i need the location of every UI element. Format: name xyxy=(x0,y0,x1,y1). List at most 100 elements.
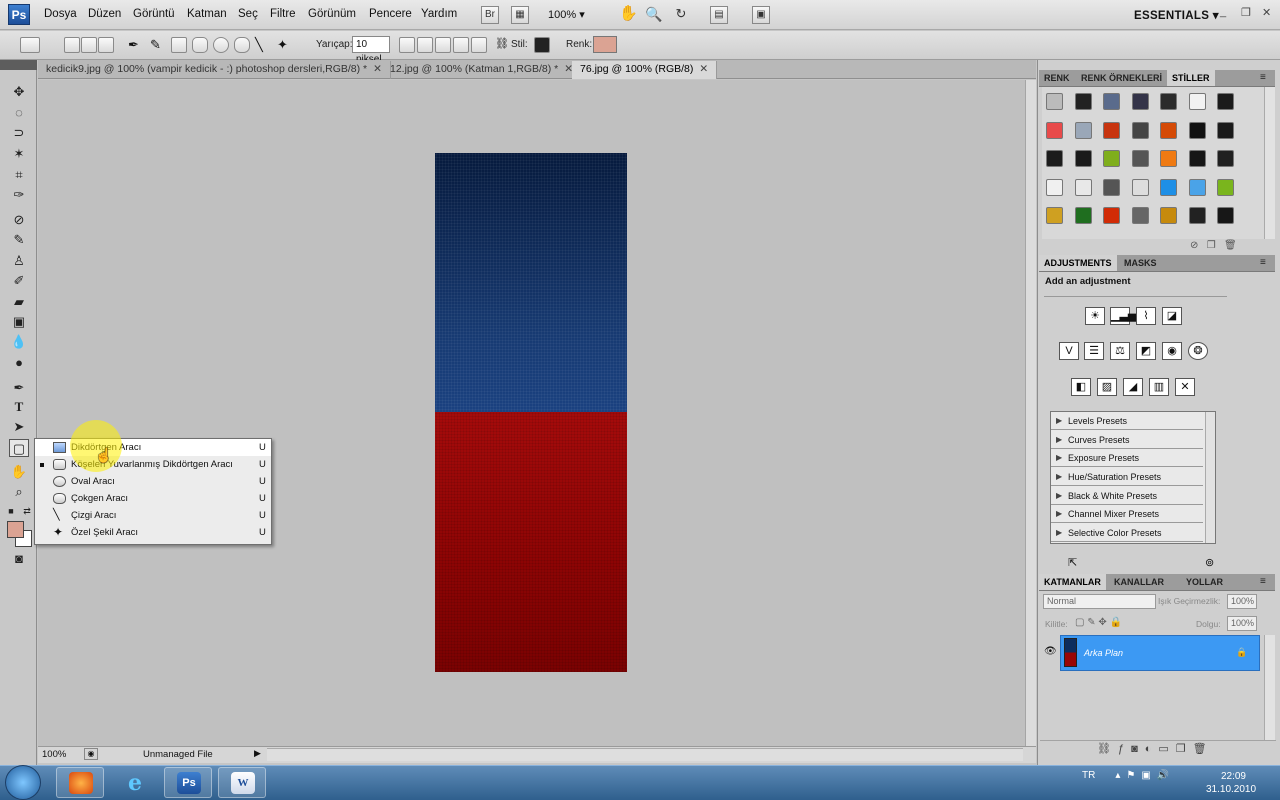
start-button[interactable] xyxy=(5,765,41,800)
style-preset-swatch[interactable] xyxy=(1131,150,1149,167)
black-white-icon[interactable]: ◩ xyxy=(1136,342,1156,360)
close-tab-icon[interactable]: ✕ xyxy=(699,63,708,75)
style-preset-swatch[interactable] xyxy=(1103,178,1120,196)
vibrance-icon[interactable]: V xyxy=(1059,342,1079,360)
clone-stamp-icon[interactable]: ♙ xyxy=(9,252,29,270)
elliptical-marquee-icon[interactable]: ◌ xyxy=(9,104,29,122)
screen-mode-icon[interactable]: ▣ xyxy=(752,6,770,24)
menu-edit[interactable]: Düzen xyxy=(88,8,121,20)
levels-icon[interactable]: ▁▃▅ xyxy=(1110,307,1136,325)
swap-colors-icon[interactable]: ⇄ xyxy=(22,502,32,520)
fill-pixels-icon[interactable] xyxy=(98,37,114,53)
layers-footer-icons[interactable]: ⛓ƒ◙◐▭❐🗑 xyxy=(1097,742,1214,755)
image-blue-half[interactable] xyxy=(435,153,627,412)
style-preset-swatch[interactable] xyxy=(1188,93,1206,110)
clock[interactable]: 22:09 31.10.2010 xyxy=(1206,770,1256,796)
style-preset-swatch[interactable] xyxy=(1074,207,1092,224)
tab-masks[interactable]: MASKS xyxy=(1119,255,1162,271)
style-preset-swatch[interactable] xyxy=(1103,150,1120,167)
style-preset-swatch[interactable] xyxy=(1103,121,1120,139)
move-tool-icon[interactable]: ✥ xyxy=(9,83,29,101)
style-preset-swatch[interactable] xyxy=(1217,178,1234,196)
hue-saturation-icon[interactable]: ☰ xyxy=(1084,342,1104,360)
eyedropper-icon[interactable]: ✑ xyxy=(9,186,29,204)
menu-view[interactable]: Görünüm xyxy=(308,8,356,20)
posterize-icon[interactable]: ▨ xyxy=(1097,378,1117,396)
style-preset-swatch[interactable] xyxy=(1217,150,1234,167)
gradient-tool-icon[interactable]: ▣ xyxy=(9,313,29,331)
tab-12jpg[interactable]: 12.jpg @ 100% (Katman 1,RGB/8) * ✕ xyxy=(382,61,583,79)
image-red-half[interactable] xyxy=(435,412,627,672)
style-preset-swatch[interactable] xyxy=(1131,121,1149,139)
flyout-line-tool[interactable]: ╲ Çizgi Aracı U xyxy=(35,507,271,524)
hand-tool-icon[interactable]: ✋ xyxy=(619,6,638,24)
line-shape-icon[interactable]: ╲ xyxy=(255,37,271,53)
freeform-pen-icon[interactable]: ✎ xyxy=(150,37,166,53)
link-icon[interactable]: ⛓ xyxy=(495,37,511,53)
bridge-button[interactable]: Br xyxy=(481,6,499,24)
style-preset-swatch[interactable] xyxy=(1131,93,1149,110)
flyout-polygon-tool[interactable]: Çokgen Aracı U xyxy=(35,490,271,507)
invert-icon[interactable]: ◧ xyxy=(1071,378,1091,396)
add-shape-area-icon[interactable] xyxy=(417,37,433,53)
style-preset-swatch[interactable] xyxy=(1103,207,1120,224)
style-preset-swatch[interactable] xyxy=(1188,178,1206,196)
menu-select[interactable]: Seç xyxy=(238,8,258,20)
default-colors-icon[interactable]: ■ xyxy=(6,502,16,520)
rectangle-shape-icon[interactable] xyxy=(171,37,187,53)
lasso-tool-icon[interactable]: ⊃ xyxy=(9,124,29,142)
rounded-rectangle-shape-icon[interactable] xyxy=(192,37,208,53)
preset-black-white[interactable]: ▶ Black & White Presets xyxy=(1051,487,1203,505)
style-preset-swatch[interactable] xyxy=(1217,207,1234,224)
history-brush-icon[interactable]: ✐ xyxy=(9,272,29,290)
style-preset-swatch[interactable] xyxy=(1046,178,1063,196)
hand-tool-icon[interactable]: ✋ xyxy=(9,463,29,481)
status-menu-icon[interactable]: ◉ xyxy=(84,748,98,760)
intersect-shape-area-icon[interactable] xyxy=(453,37,469,53)
style-preset-swatch[interactable] xyxy=(1103,93,1120,110)
tab-swatches[interactable]: RENK ÖRNEKLERİ xyxy=(1076,70,1167,86)
menu-file[interactable]: Dosya xyxy=(44,8,77,20)
new-shape-layer-icon[interactable] xyxy=(399,37,415,53)
photo-filter-icon[interactable]: ◉ xyxy=(1162,342,1182,360)
tab-channels[interactable]: KANALLAR xyxy=(1109,574,1169,590)
menu-image[interactable]: Görüntü xyxy=(133,8,175,20)
style-preset-swatch[interactable] xyxy=(1160,150,1177,167)
arrange-documents-icon[interactable]: ▤ xyxy=(710,6,728,24)
style-preset-swatch[interactable] xyxy=(1160,121,1177,139)
fill-input[interactable]: 100% xyxy=(1227,616,1257,631)
taskbar-photoshop[interactable]: Ps xyxy=(164,767,212,798)
tab-styles[interactable]: STİLLER xyxy=(1167,70,1215,86)
close-button[interactable]: ✕ xyxy=(1262,6,1271,19)
style-preset-swatch[interactable] xyxy=(1074,150,1092,167)
crop-tool-icon[interactable]: ⌗ xyxy=(9,166,29,184)
style-preset-swatch[interactable] xyxy=(1160,178,1177,196)
quick-mask-icon[interactable]: ◙ xyxy=(9,550,29,568)
ellipse-shape-icon[interactable] xyxy=(213,37,229,53)
style-picker[interactable] xyxy=(534,37,550,53)
brush-tool-icon[interactable]: ✎ xyxy=(9,231,29,249)
menu-layer[interactable]: Katman xyxy=(187,8,227,20)
channel-mixer-icon[interactable]: ❂ xyxy=(1188,342,1208,360)
exclude-shape-area-icon[interactable] xyxy=(471,37,487,53)
tab-layers[interactable]: KATMANLAR xyxy=(1039,574,1106,590)
blur-tool-icon[interactable]: 💧 xyxy=(9,333,29,351)
taskbar-word[interactable]: W xyxy=(218,767,266,798)
shape-tool-icon[interactable]: ▢ xyxy=(9,439,29,457)
subtract-shape-area-icon[interactable] xyxy=(435,37,451,53)
shape-layers-icon[interactable] xyxy=(64,37,80,53)
style-preset-swatch[interactable] xyxy=(1074,93,1092,110)
menu-window[interactable]: Pencere xyxy=(369,8,412,20)
paths-icon[interactable] xyxy=(81,37,97,53)
preset-curves[interactable]: ▶ Curves Presets xyxy=(1051,431,1203,449)
exposure-icon[interactable]: ◪ xyxy=(1162,307,1182,325)
dodge-tool-icon[interactable]: ● xyxy=(9,354,29,372)
workspace-switcher[interactable]: ESSENTIALS ▾ xyxy=(1134,8,1219,22)
custom-shape-icon[interactable]: ✦ xyxy=(277,37,293,53)
brightness-contrast-icon[interactable]: ☀ xyxy=(1085,307,1105,325)
canvas-horizontal-scrollbar[interactable] xyxy=(267,748,1023,761)
style-preset-swatch[interactable] xyxy=(1160,93,1177,110)
styles-footer-icons[interactable]: ⊘ ❐ 🗑 xyxy=(1190,240,1237,251)
opacity-input[interactable]: 100% xyxy=(1227,594,1257,609)
zoom-tool-icon[interactable]: 🔍 xyxy=(645,6,663,24)
